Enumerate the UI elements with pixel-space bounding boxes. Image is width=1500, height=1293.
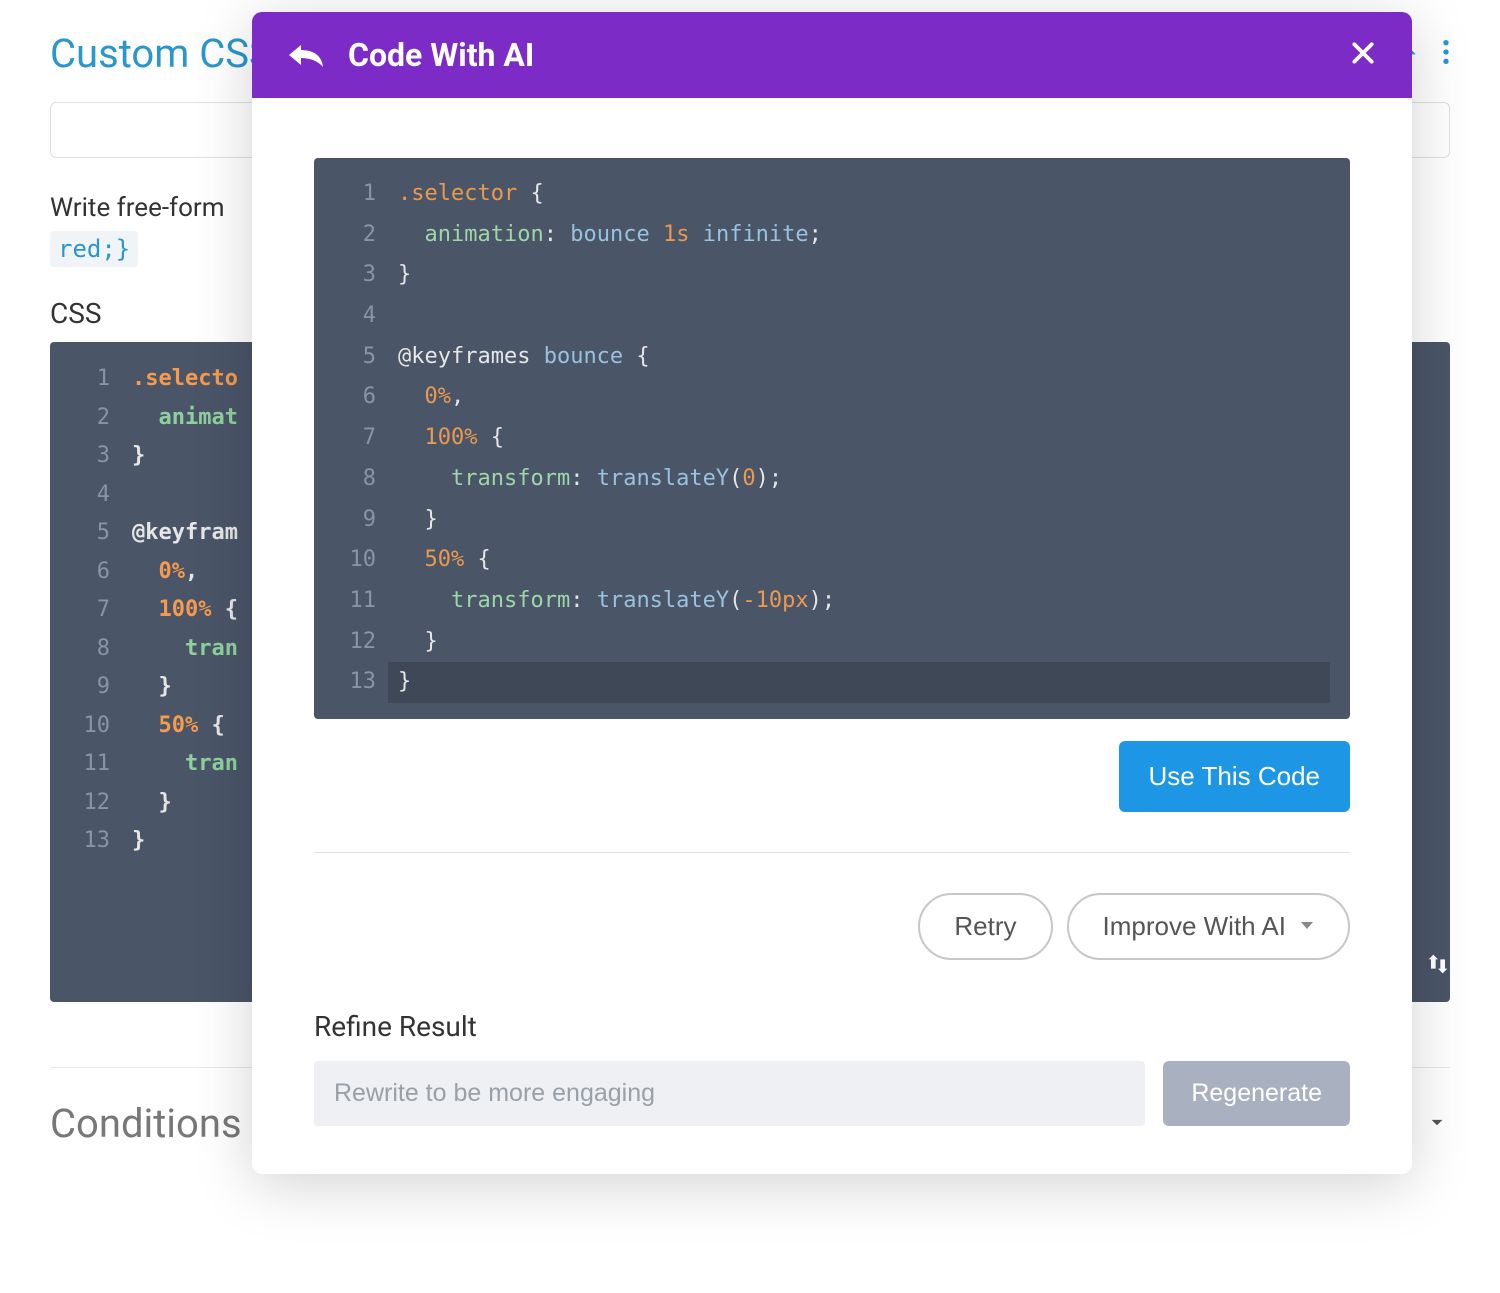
generated-code-block[interactable]: 1.selector {2 animation: bounce 1s infin… — [314, 158, 1350, 719]
code-line: 13} — [314, 662, 1350, 703]
code-with-ai-modal: Code With AI 1.selector {2 animation: bo… — [252, 12, 1412, 1174]
refine-input[interactable] — [314, 1061, 1145, 1126]
close-icon[interactable] — [1350, 40, 1376, 70]
code-line: 9 } — [314, 500, 1350, 541]
code-line: 5@keyframes bounce { — [314, 337, 1350, 378]
ai-actions-row: Retry Improve With AI — [314, 893, 1350, 960]
inline-code-snippet: red;} — [50, 231, 138, 267]
code-line: 4 — [314, 296, 1350, 337]
use-code-row: Use This Code — [314, 741, 1350, 812]
back-arrow-icon[interactable] — [288, 39, 324, 71]
caret-down-icon — [1300, 921, 1314, 931]
more-options-icon[interactable] — [1442, 38, 1450, 70]
chevron-down-icon[interactable] — [1424, 1109, 1450, 1139]
regenerate-button[interactable]: Regenerate — [1163, 1061, 1350, 1126]
code-line: 11 transform: translateY(-10px); — [314, 581, 1350, 622]
code-line: 2 animation: bounce 1s infinite; — [314, 215, 1350, 256]
use-this-code-button[interactable]: Use This Code — [1119, 741, 1351, 812]
improve-button-label: Improve With AI — [1103, 911, 1287, 942]
sort-arrows-icon[interactable] — [1418, 944, 1458, 984]
refine-result-label: Refine Result — [314, 1010, 1350, 1043]
retry-button-label: Retry — [954, 911, 1016, 942]
code-line: 3} — [314, 255, 1350, 296]
code-line: 1.selector { — [314, 174, 1350, 215]
modal-body: 1.selector {2 animation: bounce 1s infin… — [252, 98, 1412, 1174]
modal-title: Code With AI — [348, 36, 1326, 74]
code-line: 12 } — [314, 622, 1350, 663]
improve-with-ai-button[interactable]: Improve With AI — [1067, 893, 1351, 960]
code-line: 7 100% { — [314, 418, 1350, 459]
conditions-title: Conditions — [50, 1100, 242, 1147]
divider — [314, 852, 1350, 853]
code-line: 10 50% { — [314, 540, 1350, 581]
refine-row: Regenerate — [314, 1061, 1350, 1126]
custom-css-title: Custom CSS — [50, 30, 273, 77]
modal-header: Code With AI — [252, 12, 1412, 98]
code-line: 8 transform: translateY(0); — [314, 459, 1350, 500]
code-line: 6 0%, — [314, 377, 1350, 418]
retry-button[interactable]: Retry — [918, 893, 1052, 960]
